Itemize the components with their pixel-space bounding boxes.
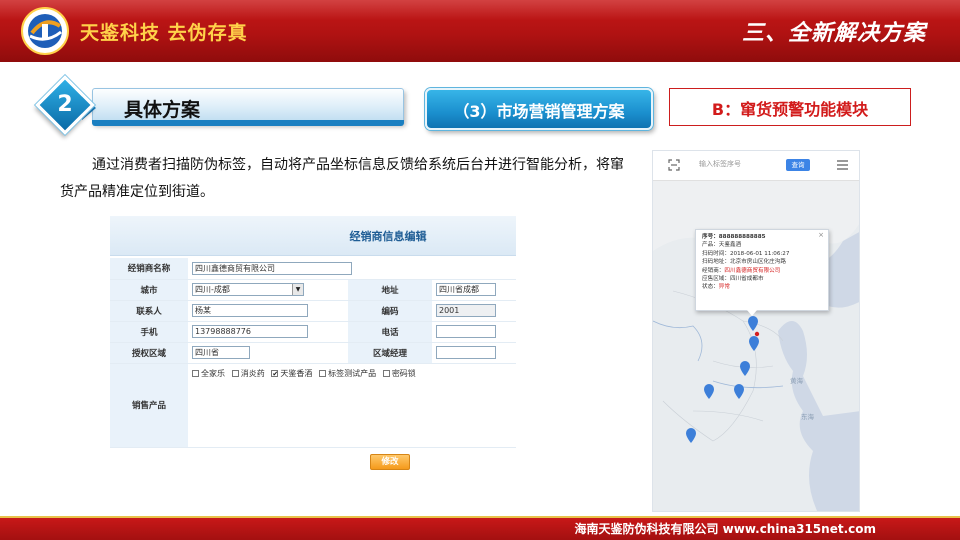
section-title: 三、全新解决方案 [741,21,926,46]
code-label: 编码 [348,300,432,322]
form-row-city: 城市 四川-成都 ▼ 地址 四川省成都 [110,279,516,301]
query-button[interactable]: 查询 [786,159,810,171]
tag-search-input[interactable]: 输入标签序号 [699,159,741,169]
code-input[interactable]: 2001 [436,304,496,317]
form-row-products: 销售产品 全家乐 消炎药 ✔ 天鉴香酒 标签测试产品 密码锁 [110,363,516,448]
region-manager-label: 区域经理 [348,342,432,364]
product-option[interactable]: 密码锁 [382,368,416,379]
popup-status: 状态：异常 [702,283,828,291]
form-row-contact: 联系人 杨某 编码 2001 [110,300,516,322]
phone-label: 电话 [348,321,432,343]
product-option[interactable]: ✔ 天鉴香酒 [271,368,312,379]
sea-label: 东海 [801,413,814,421]
step-number: 2 [57,92,73,117]
dealer-name-label: 经销商名称 [110,258,188,280]
products-label: 销售产品 [110,363,188,448]
checkbox-icon[interactable] [192,369,199,377]
region-cell: 四川省 [188,342,348,364]
contact-label: 联系人 [110,300,188,322]
module-label: B：窜货预警功能模块 [711,100,869,119]
popup-dealer: 经销商：四川鑫德商贸有限公司 [702,267,828,275]
plan-label: （3）市场营销管理方案 [453,102,625,121]
map-search-bar [653,151,859,181]
popup-dealer-label: 经销商： [702,267,725,274]
region-label: 授权区域 [110,342,188,364]
slide: 天鉴科技 去伪存真 三、全新解决方案 2 具体方案 （3）市场营销管理方案 B：… [0,0,960,540]
popup-scan-location: 扫码地址：北京市房山区化庄沟路 [702,259,786,266]
sea-label: 黄海 [790,377,803,385]
form-row-region: 授权区域 四川省 区域经理 [110,342,516,364]
modify-button[interactable]: 修改 [370,454,410,470]
city-label: 城市 [110,279,188,301]
brand-slogan: 天鉴科技 去伪存真 [80,22,248,44]
dealer-name-input[interactable]: 四川鑫德商贸有限公司 [192,261,352,275]
menu-icon[interactable] [837,160,848,170]
product-name: 全家乐 [201,368,225,378]
popup-serial: 序号：888888888885 [702,234,766,240]
dropdown-arrow-icon: ▼ [292,284,303,295]
mobile-label: 手机 [110,321,188,343]
popup-product: 产品：天鉴鑫酒 [702,242,742,249]
product-name: 密码锁 [391,368,416,378]
region-manager-input[interactable] [436,346,496,359]
close-icon[interactable]: × [818,231,824,239]
region-manager-cell [432,342,516,364]
company-logo-icon [21,7,69,55]
alert-marker-icon [754,331,760,337]
city-select-value: 四川-成都 [195,285,230,294]
address-cell: 四川省成都 [432,279,516,301]
region-input[interactable]: 四川省 [192,346,250,359]
checkbox-icon[interactable] [319,369,327,377]
address-input[interactable]: 四川省成都 [436,283,496,296]
dealer-name-cell: 四川鑫德商贸有限公司 [188,258,516,280]
city-select[interactable]: 四川-成都 ▼ [192,283,304,296]
mobile-input[interactable]: 13798888776 [192,325,308,338]
contact-input[interactable]: 杨某 [192,304,308,317]
step-title: 具体方案 [124,99,201,121]
map-panel[interactable]: 输入标签序号 查询 黄海 东海 × 序号：888888888885 产品：天鉴鑫… [652,150,860,512]
product-name: 消炎药 [240,368,265,378]
contact-cell: 杨某 [188,300,348,322]
mobile-cell: 13798888776 [188,321,348,343]
checkbox-icon[interactable] [231,369,239,377]
address-label: 地址 [348,279,432,301]
popup-status-label: 状态： [702,284,719,291]
form-title: 经销商信息编辑 [349,230,427,243]
city-cell: 四川-成都 ▼ [188,279,348,301]
popup-sales-region: 应售区域：四川省成都市 [702,276,764,283]
product-name: 标签测试产品 [328,368,377,378]
popup-pointer [747,310,757,316]
scan-icon[interactable] [668,159,680,171]
product-name: 天鉴香酒 [280,368,313,378]
description-text: 通过消费者扫描防伪标签，自动将产品坐标信息反馈给系统后台并进行智能分析，将窜货产… [60,157,624,200]
code-cell: 2001 [432,300,516,322]
scan-info-popup: × 序号：888888888885 产品：天鉴鑫酒 扫码时间：2018-06-0… [695,229,829,311]
popup-dealer-value: 四川鑫德商贸有限公司 [724,267,781,274]
product-option[interactable]: 消炎药 [231,368,265,379]
phone-input[interactable] [436,325,496,338]
footer-text: 海南天鉴防伪科技有限公司 www.china315net.com [574,522,876,536]
popup-status-value: 异常 [718,284,730,291]
checkbox-checked-icon[interactable]: ✔ [271,369,279,377]
product-option[interactable]: 全家乐 [192,368,225,379]
popup-scan-time: 扫码时间：2018-06-01 11:06:27 [702,250,790,257]
dealer-edit-form: 经销商信息编辑 经销商名称 四川鑫德商贸有限公司 城市 四川-成都 ▼ 地址 四… [110,216,516,478]
form-row-dealer-name: 经销商名称 四川鑫德商贸有限公司 [110,258,516,280]
product-option[interactable]: 标签测试产品 [319,368,376,379]
form-row-mobile: 手机 13798888776 电话 [110,321,516,343]
checkbox-icon[interactable] [382,369,390,377]
phone-cell [432,321,516,343]
products-cell: 全家乐 消炎药 ✔ 天鉴香酒 标签测试产品 密码锁 [188,363,516,448]
form-table: 经销商名称 四川鑫德商贸有限公司 城市 四川-成都 ▼ 地址 四川省成都 联系人… [110,258,516,448]
